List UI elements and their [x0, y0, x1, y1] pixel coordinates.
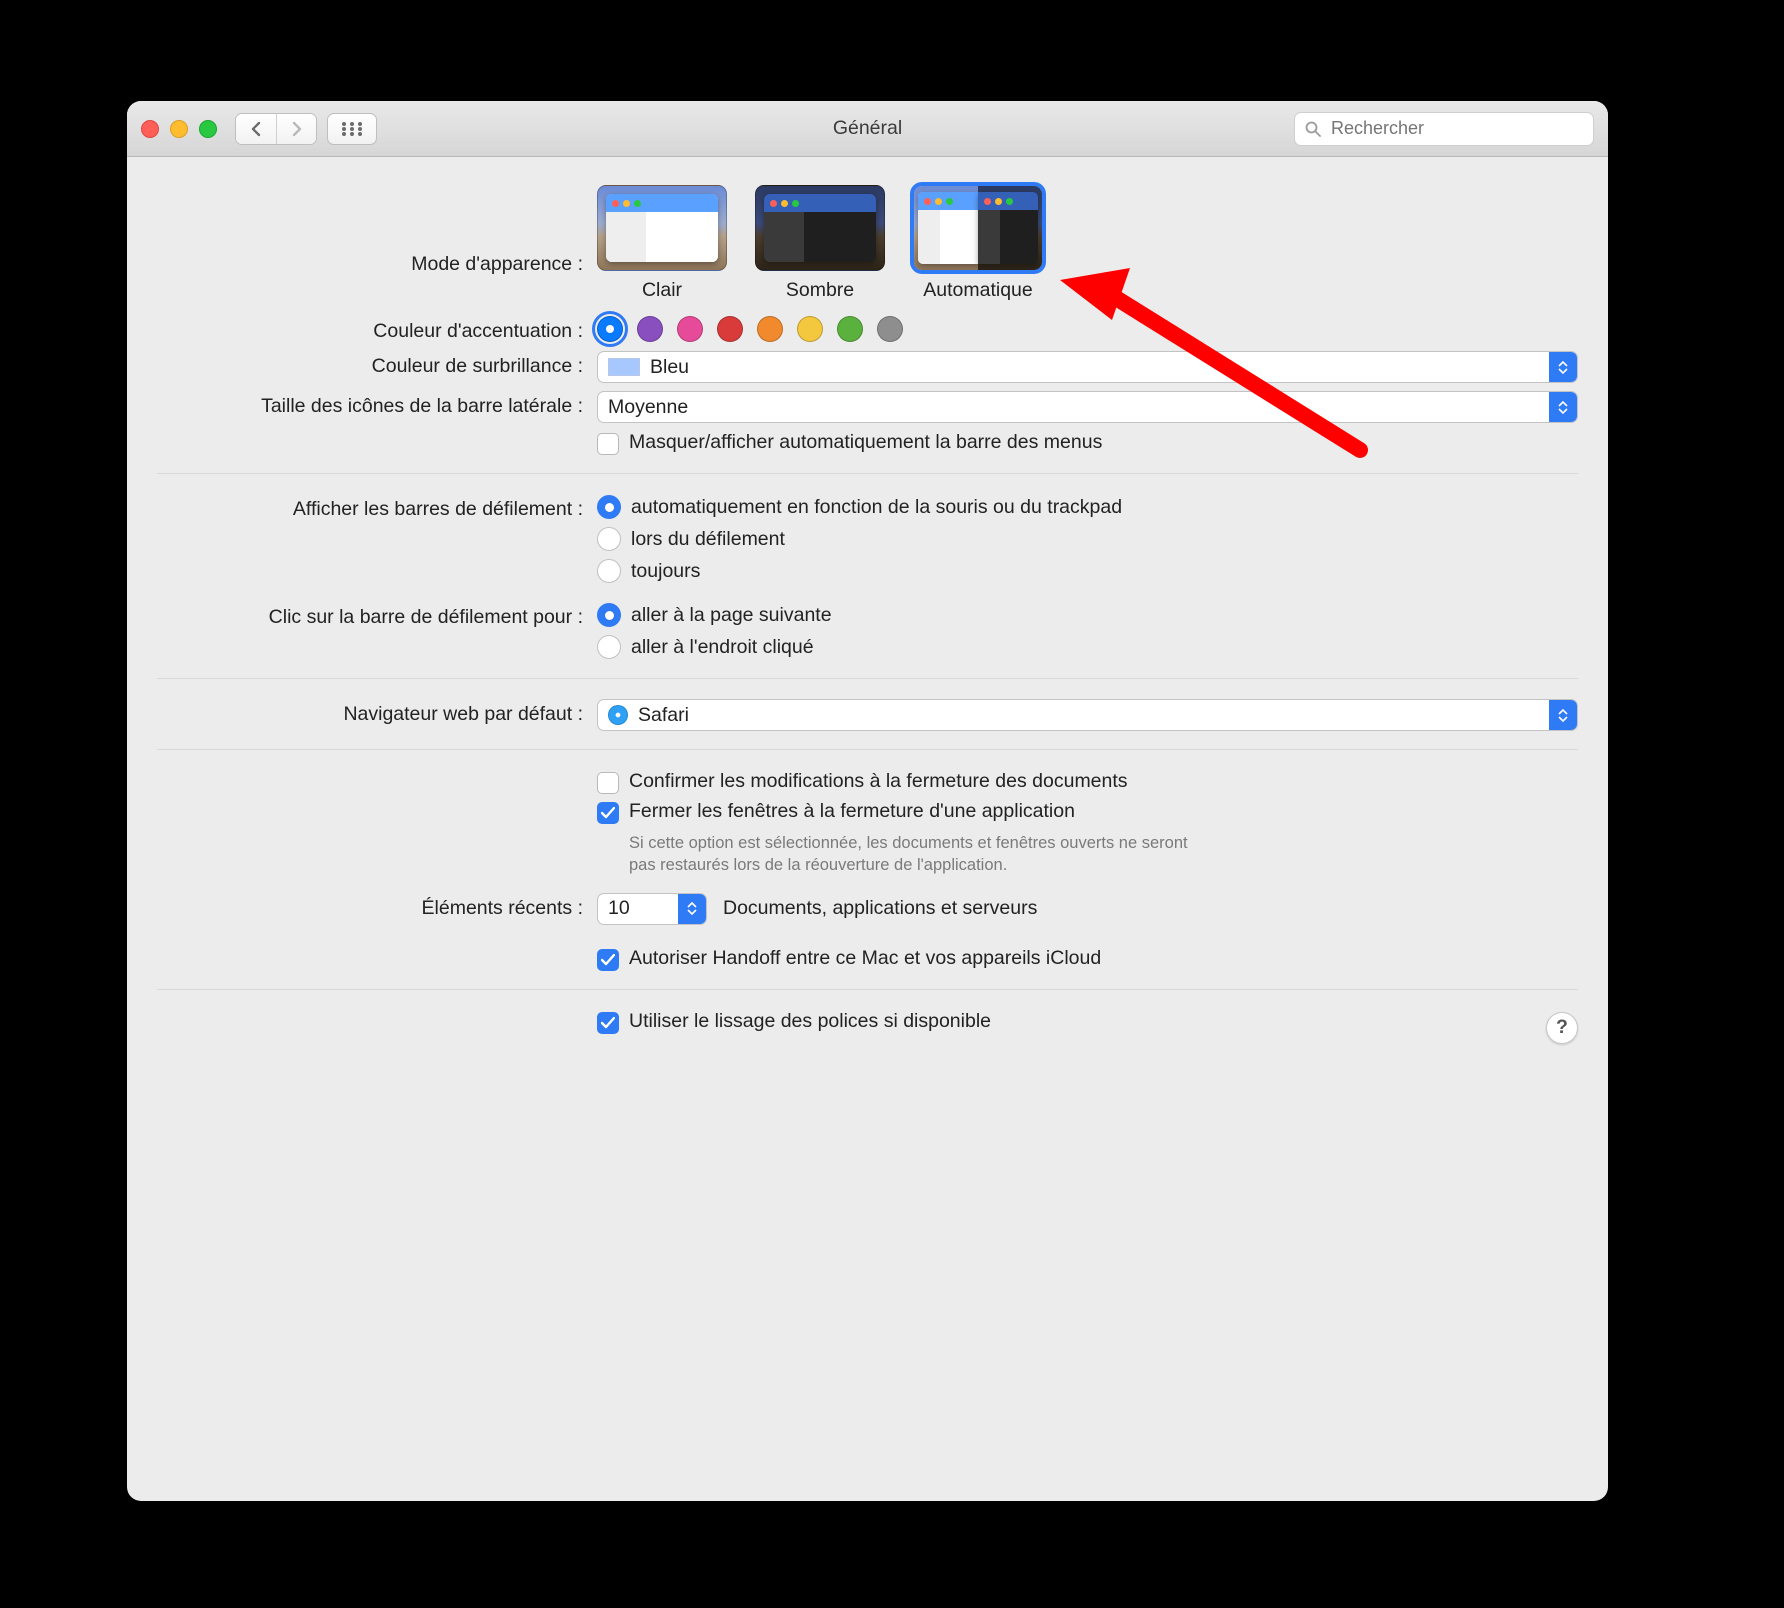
recent-select[interactable]: 10	[597, 893, 707, 925]
accent-blue[interactable]	[597, 316, 623, 342]
accent-orange[interactable]	[757, 316, 783, 342]
scroll-click-spot-radio[interactable]: aller à l'endroit cliqué	[597, 635, 1578, 659]
close-windows-checkbox[interactable]: Fermer les fenêtres à la fermeture d'une…	[597, 800, 1578, 824]
chevron-updown-icon	[1549, 352, 1577, 382]
browser-value: Safari	[638, 704, 689, 727]
accent-red[interactable]	[717, 316, 743, 342]
highlight-label: Couleur de surbrillance :	[157, 351, 597, 378]
browser-label: Navigateur web par défaut :	[157, 699, 597, 726]
preferences-window: Général Mode d'apparence : Clair	[127, 101, 1608, 1501]
chevron-updown-icon	[678, 894, 706, 924]
browser-select[interactable]: Safari	[597, 699, 1578, 731]
show-all-button[interactable]	[327, 113, 377, 145]
scrollbars-always-radio[interactable]: toujours	[597, 559, 1578, 583]
search-icon	[1305, 121, 1321, 137]
accent-yellow[interactable]	[797, 316, 823, 342]
chevron-updown-icon	[1549, 700, 1577, 730]
highlight-value: Bleu	[650, 356, 689, 379]
accent-graphite[interactable]	[877, 316, 903, 342]
handoff-checkbox[interactable]: Autoriser Handoff entre ce Mac et vos ap…	[597, 947, 1578, 971]
sidebar-icon-value: Moyenne	[608, 396, 688, 419]
scrollbars-scrolling-radio[interactable]: lors du défilement	[597, 527, 1578, 551]
forward-button[interactable]	[276, 114, 316, 144]
appearance-option-light[interactable]: Clair	[597, 185, 727, 302]
appearance-option-dark[interactable]: Sombre	[755, 185, 885, 302]
recent-label: Éléments récents :	[157, 893, 597, 920]
minimize-button[interactable]	[170, 120, 188, 138]
scroll-click-page-radio[interactable]: aller à la page suivante	[597, 603, 1578, 627]
highlight-swatch	[608, 358, 640, 376]
appearance-option-label: Clair	[642, 279, 682, 302]
back-button[interactable]	[236, 114, 276, 144]
close-windows-hint: Si cette option est sélectionnée, les do…	[597, 832, 1207, 877]
scrollbars-auto-radio[interactable]: automatiquement en fonction de la souris…	[597, 495, 1578, 519]
chevron-updown-icon	[1549, 392, 1577, 422]
window-controls	[141, 120, 217, 138]
accent-colors	[597, 316, 1578, 342]
nav-segmented	[235, 113, 317, 145]
menubar-autohide-checkbox[interactable]: Masquer/afficher automatiquement la barr…	[597, 431, 1578, 455]
font-smoothing-checkbox[interactable]: Utiliser le lissage des polices si dispo…	[597, 1010, 1578, 1034]
search-field[interactable]	[1294, 112, 1594, 146]
scrollbars-label: Afficher les barres de défilement :	[157, 494, 597, 521]
scroll-click-label: Clic sur la barre de défilement pour :	[157, 602, 597, 629]
menubar-autohide-label: Masquer/afficher automatiquement la barr…	[629, 431, 1102, 454]
search-input[interactable]	[1329, 117, 1583, 140]
close-button[interactable]	[141, 120, 159, 138]
sidebar-icon-label: Taille des icônes de la barre latérale :	[157, 391, 597, 418]
appearance-option-auto[interactable]: Automatique	[913, 185, 1043, 302]
accent-purple[interactable]	[637, 316, 663, 342]
confirm-changes-checkbox[interactable]: Confirmer les modifications à la fermetu…	[597, 770, 1578, 794]
recent-suffix: Documents, applications et serveurs	[723, 897, 1037, 920]
zoom-button[interactable]	[199, 120, 217, 138]
sidebar-icon-select[interactable]: Moyenne	[597, 391, 1578, 423]
accent-green[interactable]	[837, 316, 863, 342]
help-button[interactable]: ?	[1546, 1012, 1578, 1044]
accent-label: Couleur d'accentuation :	[157, 316, 597, 343]
highlight-select[interactable]: Bleu	[597, 351, 1578, 383]
safari-icon	[608, 705, 628, 725]
accent-pink[interactable]	[677, 316, 703, 342]
appearance-option-label: Sombre	[786, 279, 854, 302]
recent-value: 10	[608, 897, 630, 920]
toolbar: Général	[127, 101, 1608, 157]
appearance-option-label: Automatique	[923, 279, 1033, 302]
appearance-label: Mode d'apparence :	[157, 185, 597, 276]
